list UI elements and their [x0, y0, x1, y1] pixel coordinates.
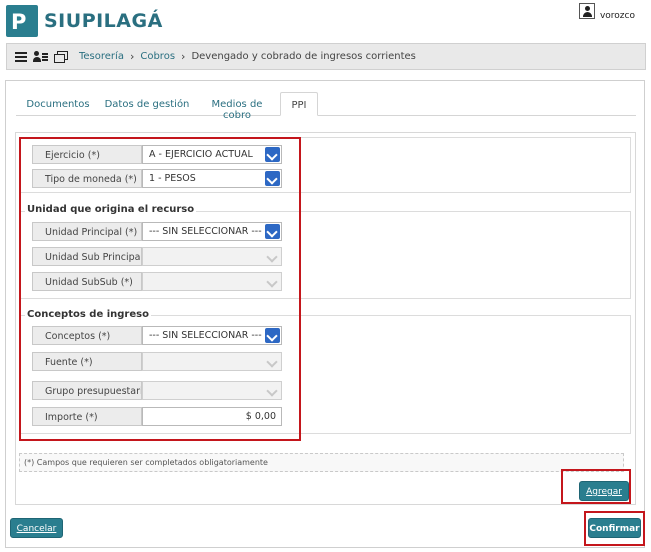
moneda-value: 1 - PESOS [149, 173, 196, 184]
importe-input[interactable]: $ 0,00 [142, 407, 282, 426]
tab-datos-gestion[interactable]: Datos de gestión [102, 92, 192, 116]
unidad-subsub-select [142, 272, 282, 291]
breadcrumb-current: Devengado y cobrado de ingresos corrient… [191, 51, 416, 62]
ejercicio-select[interactable]: A - EJERCICIO ACTUAL [142, 145, 282, 164]
breadcrumb-cobros[interactable]: Cobros [140, 51, 175, 62]
chevron-down-icon [265, 354, 280, 369]
user-name: vorozco [599, 11, 635, 21]
confirmar-button[interactable]: Confirmar [588, 518, 641, 538]
conceptos-value: --- SIN SELECCIONAR --- [149, 330, 262, 341]
tab-bar: Documentos Datos de gestión Medios de co… [16, 92, 636, 121]
unidad-principal-label: Unidad Principal (*) [32, 222, 142, 241]
confirmar-label: Confirmar [589, 524, 640, 534]
user-icon [578, 3, 595, 19]
chevron-down-icon [265, 274, 280, 289]
cancelar-label: Cancelar [16, 524, 57, 534]
ejercicio-label: Ejercicio (*) [32, 145, 142, 164]
tab-medios-cobro[interactable]: Medios de cobro [199, 92, 275, 121]
user-menu[interactable]: vorozco [578, 3, 635, 21]
chevron-down-icon[interactable] [265, 224, 280, 239]
ejercicio-value: A - EJERCICIO ACTUAL [149, 149, 253, 160]
conceptos-select[interactable]: --- SIN SELECCIONAR --- [142, 326, 282, 345]
unidad-principal-value: --- SIN SELECCIONAR --- [149, 226, 262, 237]
agregar-label: Agregar [586, 487, 622, 497]
ppi-form: Ejercicio (*) A - EJERCICIO ACTUAL Tipo … [15, 132, 636, 505]
unidad-sub-principal-label: Unidad Sub Principal (*) [32, 247, 142, 266]
app-name: SIUPILAGÁ [44, 9, 163, 32]
moneda-select[interactable]: 1 - PESOS [142, 169, 282, 188]
breadcrumb-separator: › [129, 50, 135, 63]
importe-label: Importe (*) [32, 407, 142, 426]
chevron-down-icon[interactable] [265, 147, 280, 162]
logo-icon: P [6, 4, 38, 37]
chevron-down-icon [265, 383, 280, 398]
tab-documentos[interactable]: Documentos [22, 92, 94, 116]
windows-icon[interactable] [54, 51, 68, 63]
grupo-presupuestario-label: Grupo presupuestario (*) [32, 381, 142, 400]
chevron-down-icon [265, 249, 280, 264]
users-icon[interactable] [33, 51, 48, 62]
unidad-principal-select[interactable]: --- SIN SELECCIONAR --- [142, 222, 282, 241]
fuente-select [142, 352, 282, 371]
cancelar-button[interactable]: Cancelar [10, 518, 63, 538]
fuente-label: Fuente (*) [32, 352, 142, 371]
app-logo: P SIUPILAGÁ [6, 4, 163, 37]
required-note: (*) Campos que requieren ser completados… [19, 453, 624, 472]
breadcrumb-bar: Tesorería › Cobros › Devengado y cobrado… [6, 43, 646, 70]
conceptos-legend: Conceptos de ingreso [25, 309, 151, 320]
chevron-down-icon[interactable] [265, 328, 280, 343]
chevron-down-icon[interactable] [265, 171, 280, 186]
unidad-sub-principal-select [142, 247, 282, 266]
moneda-label: Tipo de moneda (*) [32, 169, 142, 188]
tab-ppi[interactable]: PPI [280, 92, 318, 116]
unidad-subsub-label: Unidad SubSub (*) [32, 272, 142, 291]
main-panel: Documentos Datos de gestión Medios de co… [5, 80, 645, 548]
menu-icon[interactable] [15, 51, 27, 62]
breadcrumb-separator: › [181, 50, 186, 63]
agregar-button[interactable]: Agregar [579, 481, 629, 501]
conceptos-label: Conceptos (*) [32, 326, 142, 345]
unidad-legend: Unidad que origina el recurso [25, 204, 197, 215]
grupo-presupuestario-select [142, 381, 282, 400]
breadcrumb-tesoreria[interactable]: Tesorería [79, 51, 124, 62]
